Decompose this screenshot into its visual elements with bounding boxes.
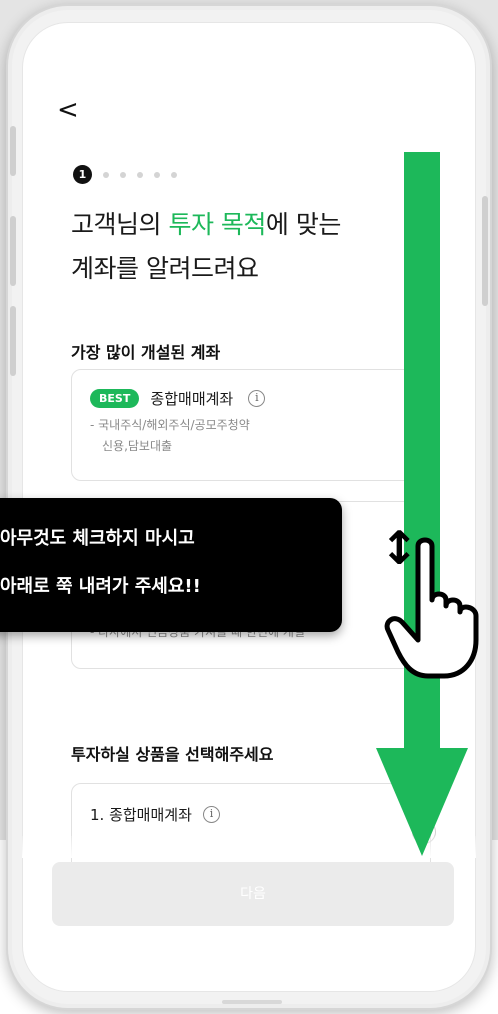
- info-icon[interactable]: i: [202, 806, 220, 823]
- step-dot: [103, 171, 109, 178]
- pointing-hand-icon: [384, 537, 479, 679]
- step-dot: [120, 171, 126, 178]
- headline-prefix: 고객님의: [71, 210, 169, 239]
- popular-section-title: 가장 많이 개설된 계좌: [71, 343, 221, 362]
- side-button: [10, 216, 16, 286]
- card-title: 종합매매계좌: [150, 390, 234, 408]
- card-description: - 국내주식/해외주식/공모주청약 신용,담보대출: [90, 415, 430, 457]
- instruction-tooltip: 아무것도 체크하지 마시고 아래로 쭉 내려가 주세요!!: [0, 498, 342, 632]
- headline-line2: 계좌를 알려드려요: [71, 254, 259, 283]
- back-icon[interactable]: <: [57, 95, 79, 125]
- side-button: [10, 126, 16, 176]
- step-dot: [171, 171, 177, 178]
- side-button: [10, 306, 16, 376]
- products-section-title: 투자하실 상품을 선택해주세요: [71, 745, 274, 764]
- info-icon[interactable]: i: [248, 390, 266, 407]
- page-title: 고객님의 투자 목적에 맞는 계좌를 알려드려요: [71, 203, 341, 291]
- product-title: 1. 종합매매계좌: [90, 806, 192, 824]
- headline-highlight: 투자 목적: [168, 210, 266, 239]
- step-current: 1: [73, 165, 92, 184]
- best-badge: BEST: [90, 389, 140, 408]
- account-card-best[interactable]: BEST 종합매매계좌 i - 국내주식/해외주식/공모주청약 신용,담보대출 …: [71, 369, 436, 481]
- card-desc-line: - 국내주식/해외주식/공모주청약: [90, 418, 250, 432]
- power-button: [482, 196, 488, 306]
- tooltip-line: 아무것도 체크하지 마시고: [0, 528, 195, 549]
- step-dot: [154, 171, 160, 178]
- step-dot: [137, 171, 143, 178]
- card-desc-line: 신용,담보대출: [102, 439, 173, 453]
- next-button[interactable]: 다음: [52, 862, 454, 926]
- tooltip-line: 아래로 쭉 내려가 주세요!!: [0, 576, 201, 597]
- arrow-head-icon: [376, 748, 468, 856]
- home-indicator: [222, 1000, 282, 1004]
- headline-suffix: 에 맞는: [265, 210, 341, 239]
- step-indicator: 1: [73, 165, 177, 184]
